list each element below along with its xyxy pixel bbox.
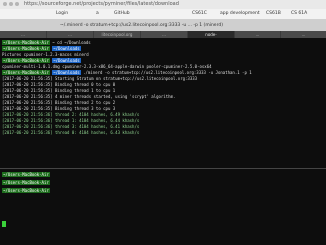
back-icon[interactable] <box>3 2 7 6</box>
terminal-line: ~/Users-MacBook-Air <box>2 180 50 185</box>
terminal-tab-2[interactable]: ... <box>47 31 93 38</box>
address-bar[interactable]: https://sourceforge.net/projects/pyminer… <box>24 1 179 7</box>
bookmark-cs61c[interactable]: CS61C <box>192 11 207 16</box>
terminal-line: ~/Users-MacBook-Air ~/Downloads <box>2 46 81 51</box>
bookmark-cs61b[interactable]: CS61B <box>266 11 281 16</box>
terminal-tab-4[interactable]: ... <box>141 31 187 38</box>
terminal-line: [2017-06-20 21:56:35] Binding thread 2 t… <box>2 100 116 105</box>
terminal-line: Pictures cpuminer-1.2.3-macos minerd <box>2 52 89 57</box>
terminal-line: ~/Users-MacBook-Air ~/Downloads <box>2 58 81 63</box>
terminal-title-bar: ~/.minerd -o stratum+tcp://us2.litecoinp… <box>0 20 326 31</box>
bookmark-login[interactable]: Login <box>56 11 68 16</box>
terminal-tab-1[interactable]: ... <box>0 31 46 38</box>
terminal-title: ~/.minerd -o stratum+tcp://us2.litecoinp… <box>60 23 223 28</box>
terminal-line: ~/Users-MacBook-Air ~/Downloads ./minerd… <box>2 70 252 75</box>
terminal-tab-7[interactable]: ... <box>281 31 326 38</box>
pane-divider[interactable] <box>0 168 326 169</box>
bookmark-app-development[interactable]: app development <box>220 11 260 16</box>
terminal-line: ~/Users-MacBook-Air <box>2 188 50 193</box>
terminal-tab-6[interactable]: ... <box>235 31 280 38</box>
terminal-line: cpuminer-multi-1.0.1.dmg cpuminer-2.3.3-… <box>2 64 212 69</box>
terminal-tab-5[interactable]: node- <box>188 31 234 38</box>
reload-icon[interactable] <box>15 2 19 6</box>
terminal-line: [2017-06-20 21:56:36] thread 2: 4104 has… <box>2 112 140 117</box>
terminal-line: [2017-06-20 21:56:36] thread 1: 4104 has… <box>2 118 140 123</box>
terminal-line: [2017-06-20 21:56:36] thread 3: 4104 has… <box>2 124 140 129</box>
terminal-line: [2017-06-20 21:56:35] Binding thread 0 t… <box>2 82 116 87</box>
terminal-line: [2017-06-20 21:56:35] Binding thread 3 t… <box>2 106 116 111</box>
terminal-line: [2017-06-20 21:56:35] Starting Stratum o… <box>2 76 198 81</box>
terminal-line: ~/Users-MacBook-Air <box>2 172 50 177</box>
bookmark-github[interactable]: GitHub <box>114 11 130 16</box>
terminal-cursor <box>2 221 6 227</box>
terminal-line: [2017-06-20 21:56:36] thread 0: 4104 has… <box>2 130 140 135</box>
terminal-line: [2017-06-20 21:56:35] 4 miner threads st… <box>2 94 176 99</box>
bookmark-a[interactable]: a <box>96 11 99 16</box>
terminal-tab-3[interactable]: litecoinpool.org <box>94 31 140 38</box>
bookmark-cs61a[interactable]: CS 61A <box>291 11 307 16</box>
bookmarks-bar: Login a GitHub CS61C app development CS6… <box>0 9 326 20</box>
terminal-pane[interactable]: ~/Users-MacBook-Air ~ cd ~/Downloads ~/U… <box>0 38 326 245</box>
browser-toolbar: https://sourceforge.net/projects/pyminer… <box>0 0 326 9</box>
terminal-line: ~/Users-MacBook-Air ~ cd ~/Downloads <box>2 40 91 45</box>
terminal-line: [2017-06-20 21:56:35] Binding thread 1 t… <box>2 88 116 93</box>
forward-icon[interactable] <box>9 2 13 6</box>
terminal-tab-bar: ... ... litecoinpool.org ... node- ... .… <box>0 31 326 38</box>
